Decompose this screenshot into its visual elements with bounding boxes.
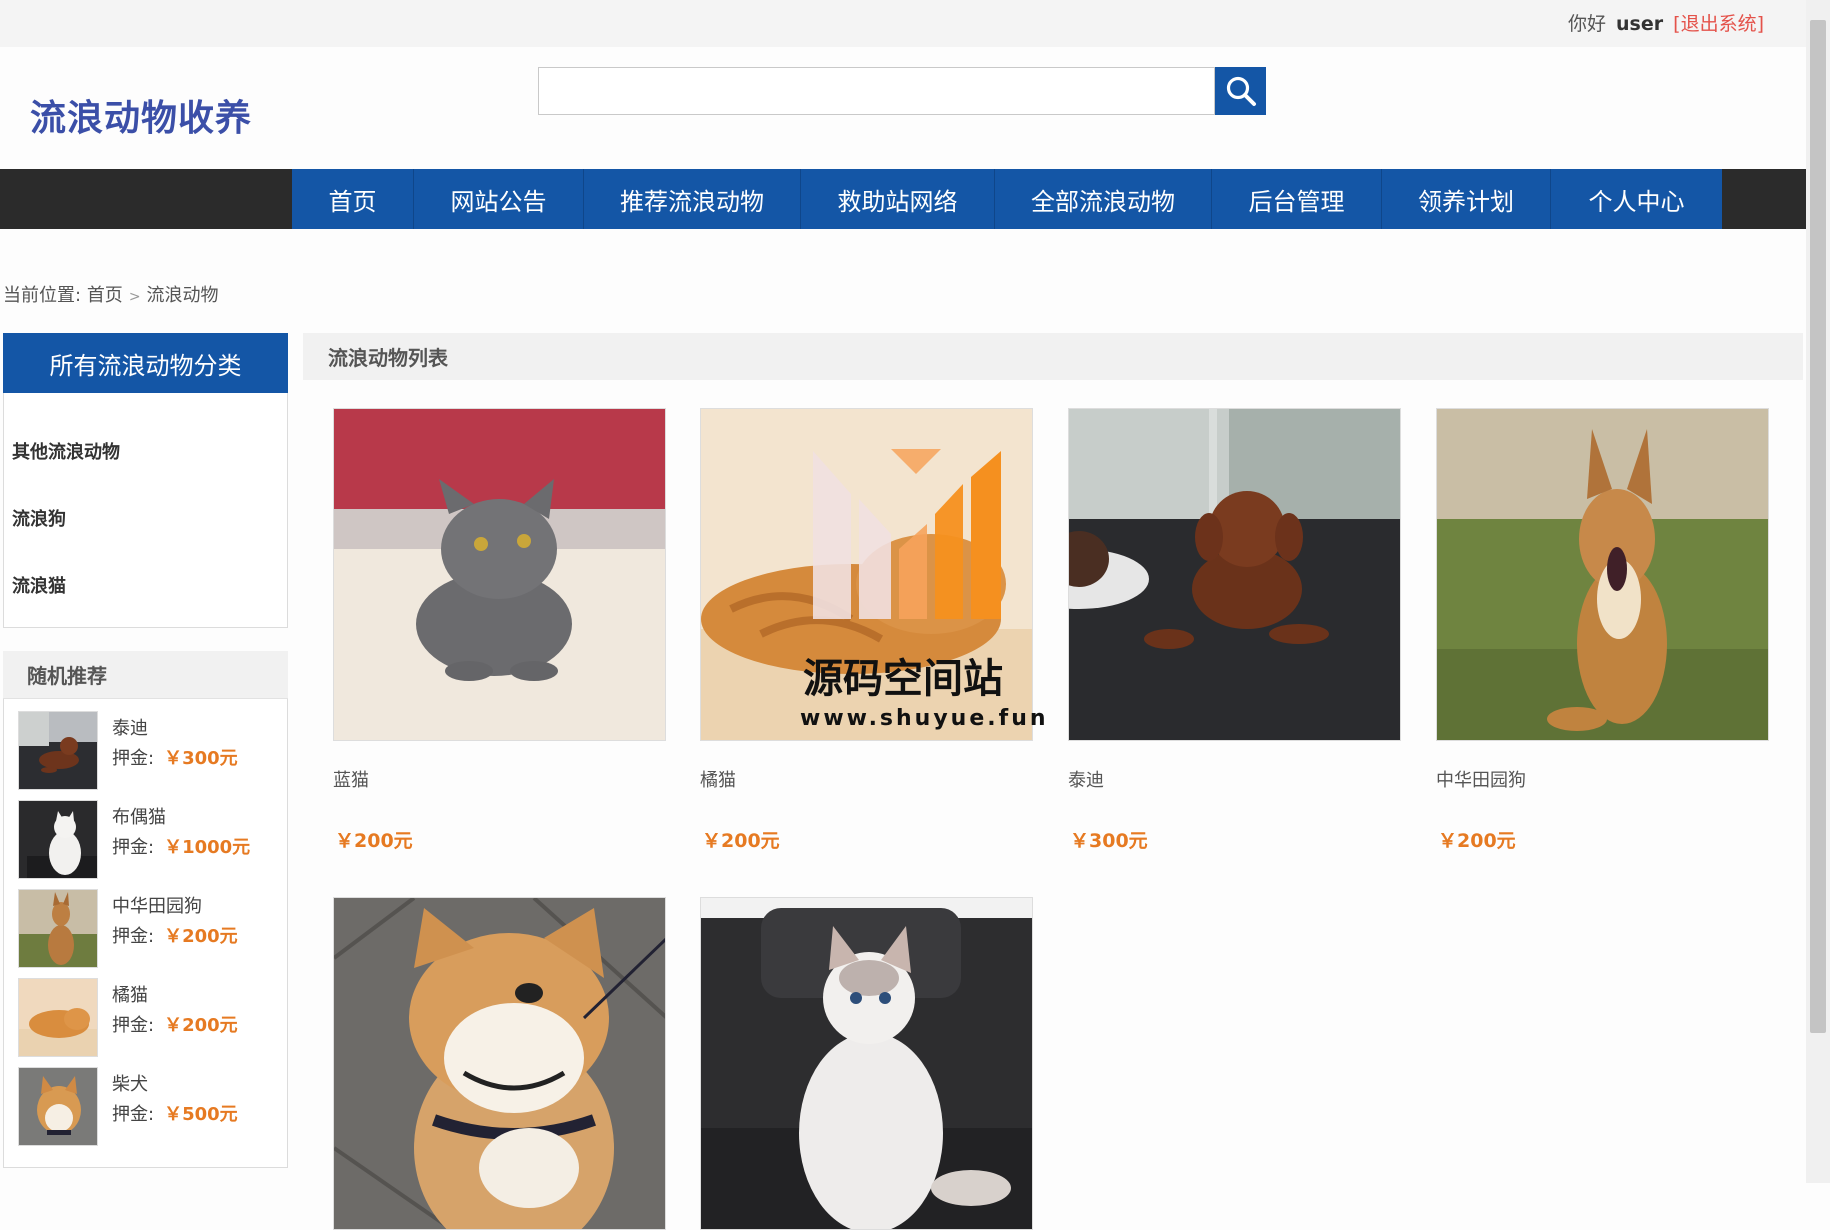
nav-item-notice[interactable]: 网站公告 bbox=[414, 169, 584, 229]
recommend-name: 橘猫 bbox=[112, 985, 148, 1006]
nav-item-rescue-network[interactable]: 救助站网络 bbox=[801, 169, 995, 229]
main-nav: 首页 网站公告 推荐流浪动物 救助站网络 全部流浪动物 后台管理 领养计划 个人… bbox=[0, 169, 1806, 229]
page-scrollbar[interactable] bbox=[1806, 0, 1830, 1183]
watermark-url: www.shuyue.fun bbox=[800, 706, 1049, 731]
logout-link[interactable]: [退出系统] bbox=[1673, 13, 1764, 35]
pet-name[interactable]: 泰迪 bbox=[1068, 766, 1104, 792]
search-button[interactable] bbox=[1215, 67, 1266, 115]
category-item-dog[interactable]: 流浪狗 bbox=[4, 484, 287, 551]
pet-thumbnail[interactable] bbox=[18, 800, 98, 879]
recommend-list: 泰迪 押金: ￥300元 布偶猫 押金: ￥1000元 中华田园狗 押金: ￥2… bbox=[4, 699, 287, 1156]
recommend-name: 中华田园狗 bbox=[112, 896, 202, 917]
recommend-deposit: 押金: ￥1000元 bbox=[112, 833, 250, 859]
recommend-title: 随机推荐 bbox=[3, 651, 288, 699]
pet-thumbnail[interactable] bbox=[18, 889, 98, 968]
recommend-item[interactable]: 橘猫 押金: ￥200元 bbox=[18, 978, 287, 1067]
pet-image[interactable] bbox=[333, 408, 666, 741]
nav-item-home[interactable]: 首页 bbox=[292, 169, 414, 229]
breadcrumb-prefix: 当前位置: bbox=[3, 285, 82, 306]
category-title: 所有流浪动物分类 bbox=[3, 333, 288, 393]
pet-image[interactable] bbox=[1436, 408, 1769, 741]
pet-thumbnail[interactable] bbox=[18, 711, 98, 790]
recommend-deposit: 押金: ￥500元 bbox=[112, 1100, 238, 1126]
recommend-deposit: 押金: ￥200元 bbox=[112, 1011, 238, 1037]
nav-items: 首页 网站公告 推荐流浪动物 救助站网络 全部流浪动物 后台管理 领养计划 个人… bbox=[292, 169, 1722, 229]
recommend-name: 布偶猫 bbox=[112, 807, 166, 828]
breadcrumb-current: 流浪动物 bbox=[146, 285, 219, 306]
nav-item-profile[interactable]: 个人中心 bbox=[1551, 169, 1722, 229]
search-box bbox=[538, 67, 1266, 115]
pet-name[interactable]: 蓝猫 bbox=[333, 766, 369, 792]
pet-price: ￥300元 bbox=[1070, 830, 1148, 852]
pet-image[interactable] bbox=[333, 897, 666, 1230]
recommend-price: ￥1000元 bbox=[164, 837, 251, 858]
nav-item-all-animals[interactable]: 全部流浪动物 bbox=[995, 169, 1212, 229]
pet-price: ￥200元 bbox=[702, 830, 780, 852]
top-bar: 你好 user [退出系统] bbox=[0, 0, 1806, 47]
breadcrumb-home[interactable]: 首页 bbox=[87, 285, 123, 306]
recommend-name: 泰迪 bbox=[112, 718, 148, 739]
username: user bbox=[1616, 13, 1664, 35]
site-logo[interactable]: 流浪动物收养 bbox=[30, 89, 252, 141]
greeting-text: 你好 bbox=[1567, 13, 1606, 35]
pet-price: ￥200元 bbox=[335, 830, 413, 852]
deposit-label: 押金: bbox=[112, 1015, 155, 1036]
nav-item-adoption-plan[interactable]: 领养计划 bbox=[1382, 169, 1551, 229]
category-item-cat[interactable]: 流浪猫 bbox=[4, 551, 287, 618]
deposit-label: 押金: bbox=[112, 837, 155, 858]
header: 流浪动物收养 bbox=[0, 47, 1806, 169]
recommend-item[interactable]: 泰迪 押金: ￥300元 bbox=[18, 711, 287, 800]
deposit-label: 押金: bbox=[112, 926, 155, 947]
deposit-label: 押金: bbox=[112, 748, 155, 769]
scrollbar-thumb[interactable] bbox=[1810, 20, 1826, 1033]
recommend-deposit: 押金: ￥200元 bbox=[112, 922, 238, 948]
recommend-name: 柴犬 bbox=[112, 1074, 148, 1095]
pet-image[interactable] bbox=[700, 897, 1033, 1230]
breadcrumb: 当前位置: 首页 > 流浪动物 bbox=[3, 281, 219, 307]
recommend-price: ￥200元 bbox=[164, 1015, 238, 1036]
recommend-panel: 随机推荐 泰迪 押金: ￥300元 布偶猫 押金: ￥1000元 中华田园狗 押… bbox=[3, 651, 288, 1168]
recommend-item[interactable]: 中华田园狗 押金: ￥200元 bbox=[18, 889, 287, 978]
recommend-price: ￥500元 bbox=[164, 1104, 238, 1125]
watermark-title: 源码空间站 bbox=[803, 656, 1003, 702]
pet-price: ￥200元 bbox=[1438, 830, 1516, 852]
recommend-deposit: 押金: ￥300元 bbox=[112, 744, 238, 770]
search-icon bbox=[1226, 76, 1256, 106]
deposit-label: 押金: bbox=[112, 1104, 155, 1125]
recommend-price: ￥300元 bbox=[164, 748, 238, 769]
recommend-item[interactable]: 布偶猫 押金: ￥1000元 bbox=[18, 800, 287, 889]
recommend-price: ￥200元 bbox=[164, 926, 238, 947]
category-item-other[interactable]: 其他流浪动物 bbox=[4, 417, 287, 484]
pet-name[interactable]: 橘猫 bbox=[700, 766, 736, 792]
nav-item-admin[interactable]: 后台管理 bbox=[1212, 169, 1382, 229]
category-list: 其他流浪动物 流浪狗 流浪猫 bbox=[4, 393, 287, 618]
category-panel: 所有流浪动物分类 其他流浪动物 流浪狗 流浪猫 bbox=[3, 333, 288, 628]
pet-name[interactable]: 中华田园狗 bbox=[1436, 766, 1526, 792]
list-title: 流浪动物列表 bbox=[303, 333, 1803, 380]
user-area: 你好 user [退出系统] bbox=[1568, 9, 1764, 36]
pet-image[interactable] bbox=[1068, 408, 1401, 741]
pet-thumbnail[interactable] bbox=[18, 1067, 98, 1146]
search-input[interactable] bbox=[538, 67, 1215, 115]
recommend-item[interactable]: 柴犬 押金: ￥500元 bbox=[18, 1067, 287, 1156]
chevron-right-icon: > bbox=[128, 289, 141, 305]
nav-item-recommended[interactable]: 推荐流浪动物 bbox=[584, 169, 801, 229]
pet-thumbnail[interactable] bbox=[18, 978, 98, 1057]
